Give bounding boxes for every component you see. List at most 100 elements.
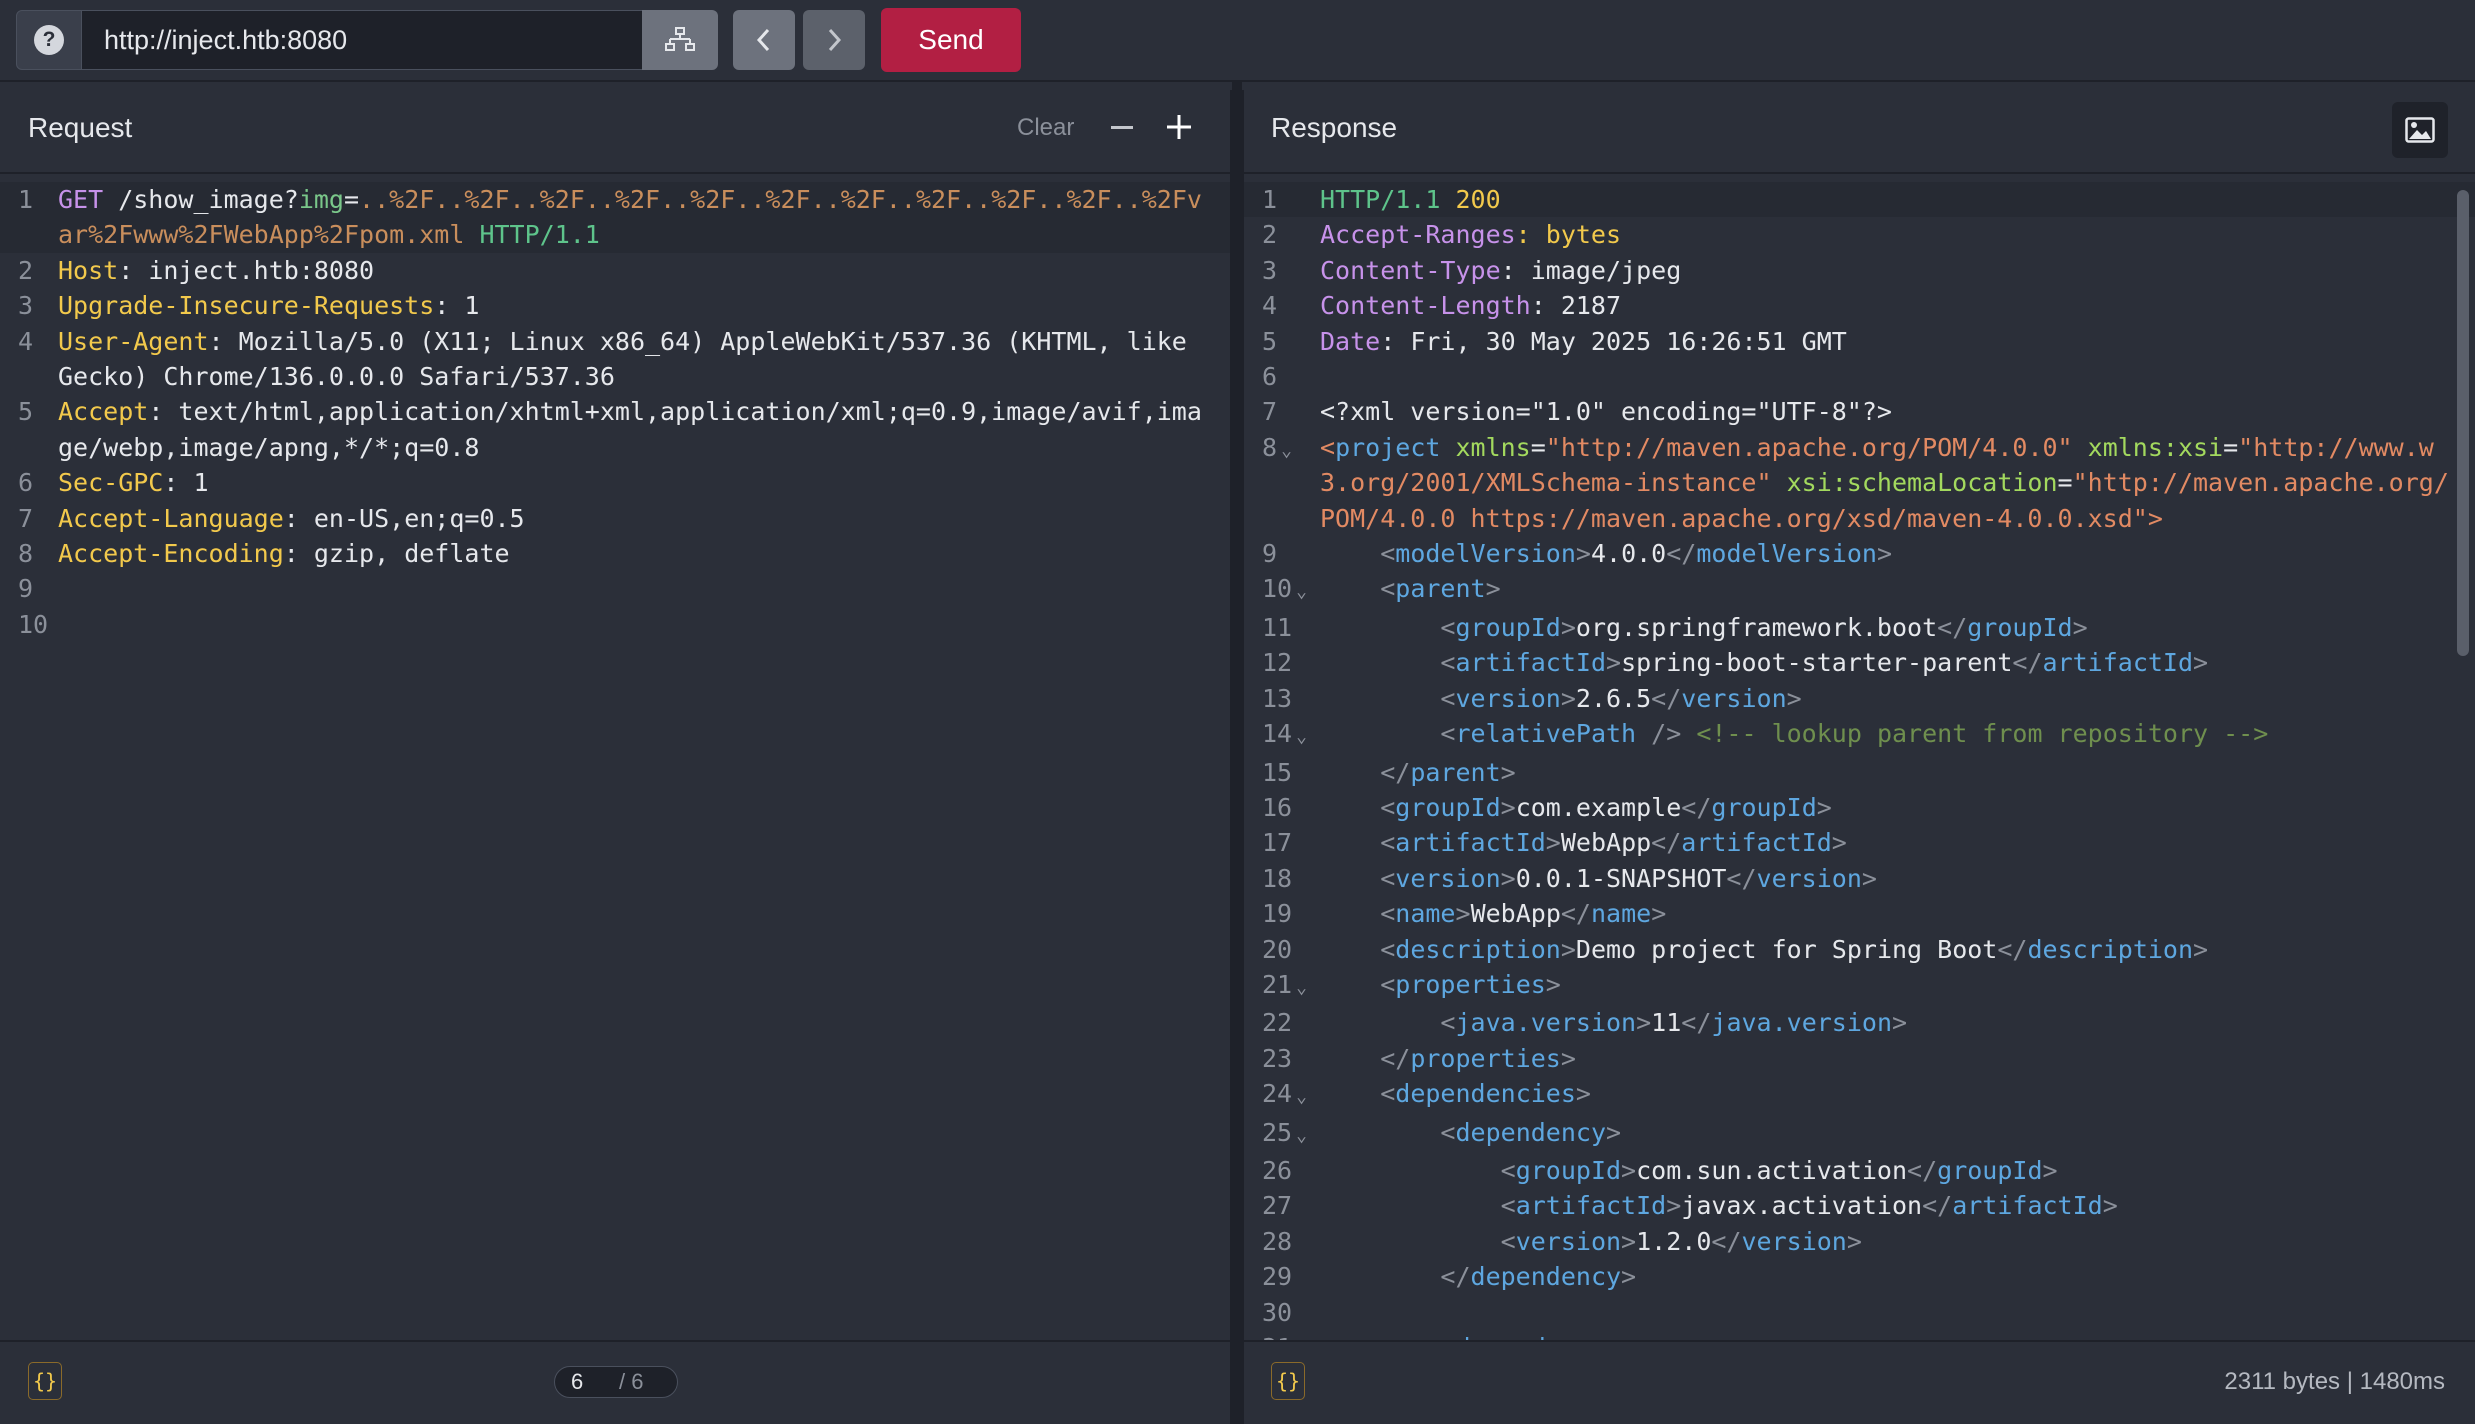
code-line[interactable]: 23 </properties>	[1244, 1041, 2475, 1076]
code-text: Date: Fri, 30 May 2025 16:26:51 GMT	[1320, 324, 2475, 359]
code-line[interactable]: 11 <groupId>org.springframework.boot</gr…	[1244, 610, 2475, 645]
fold-chevron-icon[interactable]: ⌄	[1296, 977, 1307, 998]
code-token: =	[2223, 432, 2239, 462]
code-line[interactable]: 27 <artifactId>javax.activation</artifac…	[1244, 1188, 2475, 1223]
code-line[interactable]: 13 <version>2.6.5</version>	[1244, 681, 2475, 716]
zoom-out-button[interactable]	[1108, 114, 1136, 142]
fold-chevron-icon[interactable]: ⌄	[1296, 726, 1307, 747]
code-line[interactable]: 5 Accept: text/html,application/xhtml+xml…	[0, 394, 1230, 465]
back-button[interactable]	[733, 10, 795, 70]
code-line[interactable]: 26 <groupId>com.sun.activation</groupId>	[1244, 1153, 2475, 1188]
code-text: <groupId>com.example</groupId>	[1320, 790, 2475, 825]
code-line[interactable]: 14 ⌄ <relativePath /> <!-- lookup parent …	[1244, 716, 2475, 754]
code-line[interactable]: 2 Host: inject.htb:8080	[0, 253, 1230, 288]
code-text: <version>1.2.0</version>	[1320, 1224, 2475, 1259]
code-line[interactable]: 7 Accept-Language: en-US,en;q=0.5	[0, 501, 1230, 536]
code-line[interactable]: 8 ⌄ <project xmlns="http://maven.apache.or…	[1244, 430, 2475, 536]
code-line[interactable]: 1 HTTP/1.1 200	[1244, 182, 2475, 218]
clear-button[interactable]: Clear	[1017, 114, 1074, 142]
code-line[interactable]: 2 Accept-Ranges: bytes	[1244, 217, 2475, 252]
code-token: >	[1560, 612, 1576, 642]
request-header: Request Clear	[0, 90, 1230, 174]
panel-divider[interactable]	[1232, 82, 1242, 1424]
code-line[interactable]: 25 ⌄ <dependency>	[1244, 1115, 2475, 1153]
code-line[interactable]: 3 Content-Type: image/jpeg	[1244, 253, 2475, 288]
fold-chevron-icon[interactable]: ⌄	[1296, 581, 1307, 602]
request-editor[interactable]: 1 GET /show_image?img=..%2F..%2F..%2F..%2…	[0, 182, 1230, 1342]
code-text: <dependency>	[1320, 1115, 2475, 1153]
code-line[interactable]: 30	[1244, 1295, 2475, 1330]
sitemap-button[interactable]	[642, 10, 718, 70]
match-total: / 6	[619, 1369, 644, 1394]
code-line[interactable]: 3 Upgrade-Insecure-Requests: 1	[0, 288, 1230, 323]
pretty-print-button[interactable]: {}	[1271, 1362, 1305, 1400]
forward-button[interactable]	[803, 10, 865, 70]
code-line[interactable]: 19 <name>WebApp</name>	[1244, 896, 2475, 931]
code-token: version	[1681, 683, 1787, 713]
line-number-text: 28	[1262, 1226, 1293, 1256]
zoom-in-button[interactable]	[1164, 112, 1194, 142]
line-number-text: 1	[1262, 185, 1278, 214]
code-line[interactable]: 6	[1244, 359, 2475, 394]
code-line[interactable]: 1 GET /show_image?img=..%2F..%2F..%2F..%2…	[0, 182, 1230, 253]
code-line[interactable]: 18 <version>0.0.1-SNAPSHOT</version>	[1244, 861, 2475, 896]
code-text: <dependencies>	[1320, 1076, 2475, 1114]
code-line[interactable]: 4 Content-Length: 2187	[1244, 288, 2475, 323]
code-token: Host	[58, 255, 119, 285]
code-line[interactable]: 20 <description>Demo project for Spring …	[1244, 932, 2475, 967]
response-scrollbar[interactable]	[2457, 190, 2469, 656]
response-panel: Response 1 HTTP/1.1 200 2 Accept-Ranges: by…	[1242, 90, 2475, 1424]
code-line[interactable]: 6 Sec-GPC: 1	[0, 465, 1230, 500]
code-line[interactable]: 29 </dependency>	[1244, 1259, 2475, 1294]
code-token: com.sun.activation	[1636, 1155, 1908, 1185]
sitemap-icon	[665, 27, 695, 51]
code-line[interactable]: 22 <java.version>11</java.version>	[1244, 1005, 2475, 1040]
match-current[interactable]: 6	[571, 1369, 619, 1395]
help-button[interactable]: ?	[16, 10, 82, 70]
fold-chevron-icon[interactable]: ⌄	[1296, 1086, 1307, 1107]
line-number-text: 2	[1262, 220, 1278, 250]
pretty-print-button[interactable]: {}	[28, 1362, 62, 1400]
line-number: 19	[1244, 896, 1320, 931]
response-title: Response	[1271, 112, 1398, 143]
code-token: name	[1395, 899, 1456, 929]
code-line[interactable]: 21 ⌄ <properties>	[1244, 967, 2475, 1005]
code-line[interactable]: 24 ⌄ <dependencies>	[1244, 1076, 2475, 1114]
code-line[interactable]: 10 ⌄ <parent>	[1244, 571, 2475, 609]
fold-chevron-icon[interactable]: ⌄	[1281, 440, 1292, 461]
code-line[interactable]: 4 User-Agent: Mozilla/5.0 (X11; Linux x86…	[0, 324, 1230, 395]
code-line[interactable]: 7 <?xml version="1.0" encoding="UTF-8"?>	[1244, 394, 2475, 429]
line-number: 5	[1244, 324, 1320, 359]
code-line[interactable]: 12 <artifactId>spring-boot-starter-paren…	[1244, 645, 2475, 680]
search-match-counter[interactable]: 6 / 6	[554, 1366, 678, 1398]
send-button[interactable]: Send	[881, 8, 1021, 72]
code-line[interactable]: 9 <modelVersion>4.0.0</modelVersion>	[1244, 536, 2475, 571]
code-token: : inject.htb:8080	[118, 255, 375, 285]
code-token: >	[1606, 1117, 1622, 1147]
line-number: 25 ⌄	[1244, 1115, 1320, 1153]
code-line[interactable]: 15 </parent>	[1244, 755, 2475, 790]
code-token: >	[1560, 1043, 1576, 1073]
code-line[interactable]: 8 Accept-Encoding: gzip, deflate	[0, 536, 1230, 571]
code-line[interactable]: 10	[0, 607, 1230, 642]
line-number: 4	[0, 324, 58, 395]
code-line[interactable]: 17 <artifactId>WebApp</artifactId>	[1244, 825, 2475, 860]
code-token: >	[2042, 1155, 2058, 1185]
code-token: =	[1530, 432, 1546, 462]
fold-chevron-icon[interactable]: ⌄	[1296, 1125, 1307, 1146]
code-line[interactable]: 5 Date: Fri, 30 May 2025 16:26:51 GMT	[1244, 324, 2475, 359]
code-line[interactable]: 28 <version>1.2.0</version>	[1244, 1224, 2475, 1259]
code-line[interactable]: 9	[0, 571, 1230, 606]
code-token: 2.6.5	[1575, 683, 1652, 713]
code-line[interactable]: 16 <groupId>com.example</groupId>	[1244, 790, 2475, 825]
render-image-button[interactable]	[2392, 102, 2448, 158]
line-number-text: 13	[1262, 683, 1293, 713]
code-token: >	[2102, 1191, 2118, 1221]
code-text: </parent>	[1320, 755, 2475, 790]
url-input[interactable]	[82, 10, 642, 70]
response-editor[interactable]: 1 HTTP/1.1 200 2 Accept-Ranges: bytes 3 Conte…	[1244, 182, 2475, 1342]
code-token: <	[1380, 574, 1396, 604]
code-token: >	[1786, 683, 1802, 713]
